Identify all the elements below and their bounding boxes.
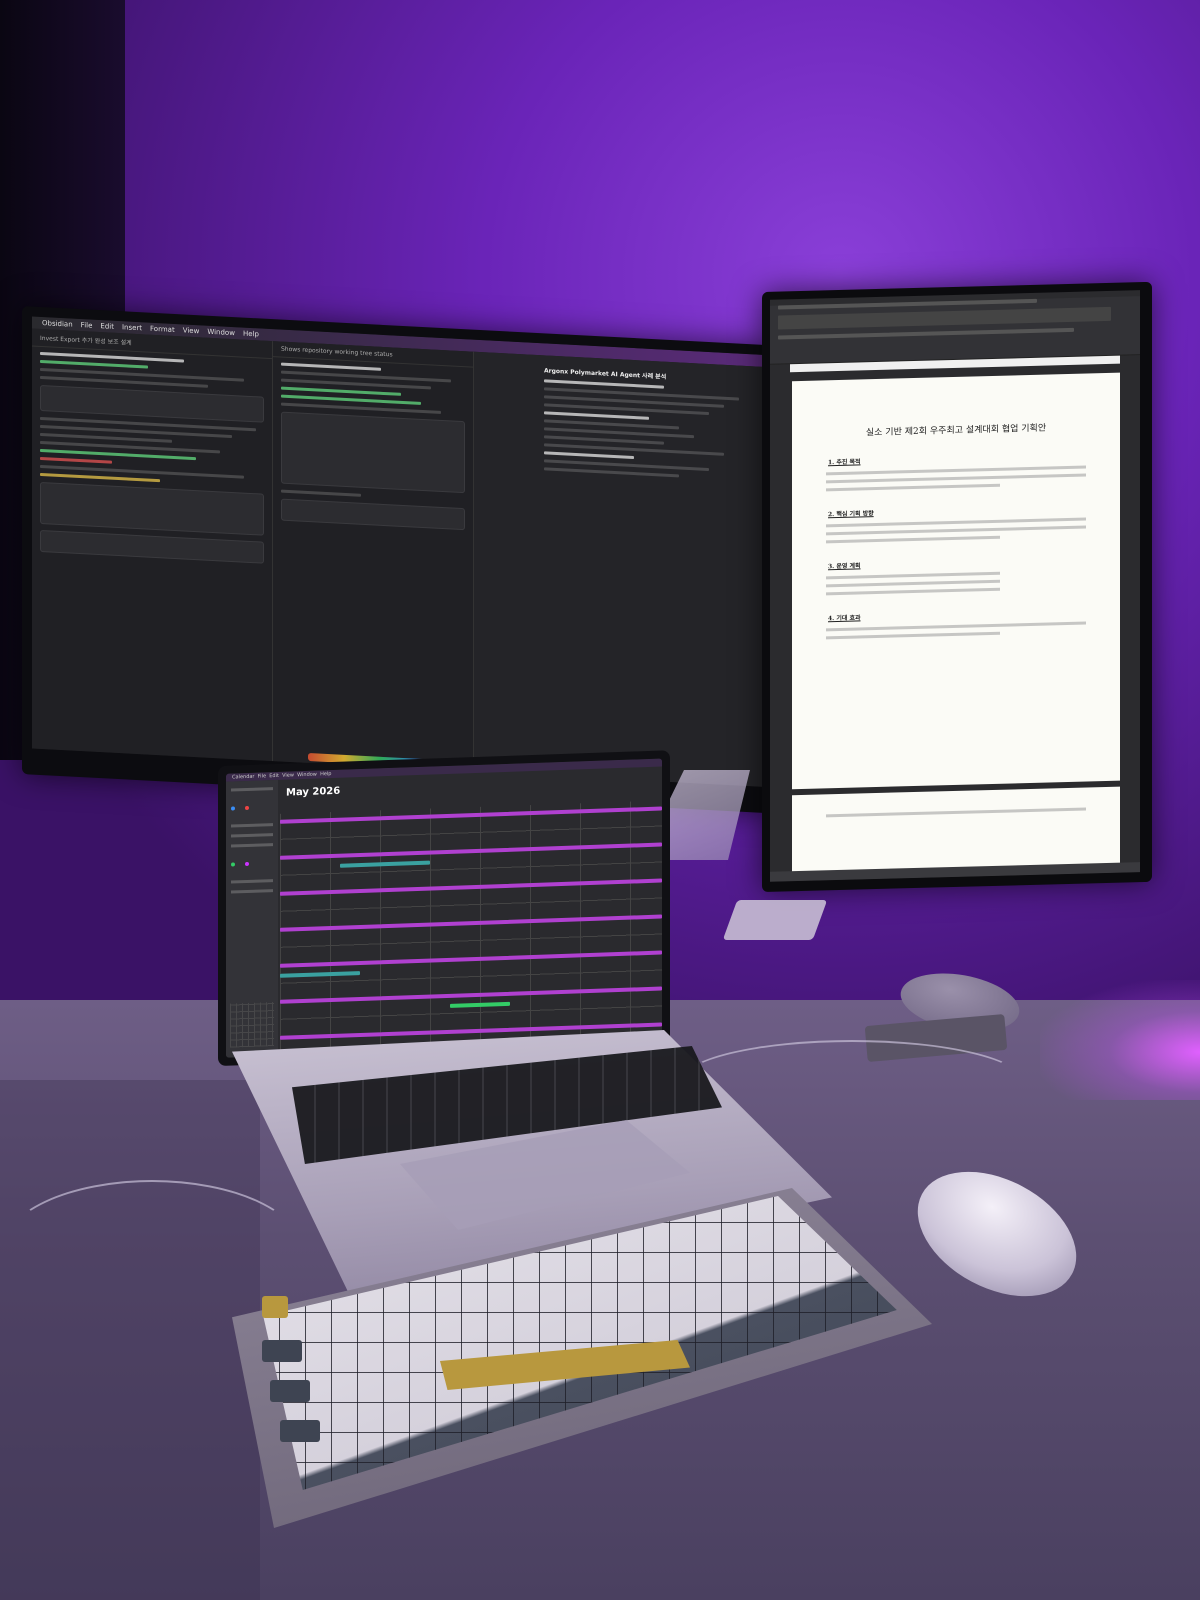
menu-item[interactable]: Window: [207, 328, 235, 337]
mini-calendar[interactable]: [230, 1002, 274, 1048]
changed-files-list: [281, 411, 465, 494]
menu-item[interactable]: Help: [320, 771, 331, 777]
terminal-pane-mid[interactable]: Shows repository working tree status: [273, 341, 474, 772]
section-heading: 2. 핵심 기획 방향: [828, 510, 874, 519]
menu-item[interactable]: Insert: [122, 323, 142, 332]
document-page-2[interactable]: [792, 786, 1120, 876]
calendar-event[interactable]: [280, 878, 662, 896]
shift-key[interactable]: [280, 1420, 320, 1442]
word-ribbon[interactable]: [770, 296, 1140, 365]
todo-list: [40, 481, 264, 536]
calendar-event[interactable]: [340, 860, 430, 868]
menu-item[interactable]: Calendar: [232, 774, 254, 781]
menu-item[interactable]: View: [282, 772, 294, 778]
document-heading: 실소 기반 제2회 우주최고 설계대회 협업 기획안: [865, 423, 1047, 439]
menu-item[interactable]: Obsidian: [42, 319, 73, 329]
main-monitor: Obsidian File Edit Insert Format View Wi…: [22, 306, 774, 814]
calendar-event[interactable]: [280, 806, 662, 824]
menu-item[interactable]: Window: [297, 772, 317, 779]
tab-key[interactable]: [262, 1340, 302, 1362]
calendar-grid[interactable]: [280, 800, 662, 1056]
calendar-event[interactable]: [280, 971, 360, 978]
menu-item[interactable]: File: [81, 321, 93, 330]
main-monitor-screen: Obsidian File Edit Insert Format View Wi…: [32, 316, 764, 787]
calendar-event[interactable]: [280, 950, 662, 968]
menu-item[interactable]: Format: [150, 325, 175, 334]
prompt-input[interactable]: [281, 498, 465, 531]
menu-item[interactable]: View: [183, 326, 200, 335]
code-block: [40, 384, 264, 423]
cable: [680, 1040, 1024, 1124]
editor-pane-right[interactable]: Argonx Polymarket AI Agent 사례 분석: [474, 351, 764, 787]
section-heading: 1. 추진 목적: [828, 458, 861, 467]
terminal-pane-left[interactable]: Invest Export 추가 완성 보조 설계: [32, 328, 273, 762]
calendar-event[interactable]: [280, 914, 662, 932]
laptop-display: Calendar File Edit View Window Help May …: [226, 758, 662, 1058]
menu-item[interactable]: Help: [243, 330, 259, 339]
section-heading: 3. 운영 계획: [828, 562, 861, 571]
laptop-screen: Calendar File Edit View Window Help May …: [218, 750, 670, 1066]
led-glow: [1040, 980, 1200, 1100]
section-heading: 4. 기대 효과: [828, 614, 861, 623]
caps-key[interactable]: [270, 1380, 310, 1402]
calendar-sidebar[interactable]: [226, 779, 278, 1058]
vertical-monitor-screen: 실소 기반 제2회 우주최고 설계대회 협업 기획안 1. 추진 목적 2. 핵…: [770, 290, 1140, 882]
calendar-event[interactable]: [450, 1001, 510, 1008]
desk-shadow: [0, 1080, 260, 1600]
power-strip: [722, 900, 828, 940]
calendar-event[interactable]: [280, 986, 662, 1004]
calendar-event[interactable]: [280, 842, 662, 860]
vertical-monitor: 실소 기반 제2회 우주최고 설계대회 협업 기획안 1. 추진 목적 2. 핵…: [762, 281, 1152, 892]
prompt-input[interactable]: [40, 529, 264, 564]
cable: [0, 1180, 304, 1324]
menu-item[interactable]: Edit: [100, 322, 114, 331]
menu-item[interactable]: Edit: [269, 773, 279, 779]
calendar-month-view[interactable]: May 2026: [280, 766, 662, 1056]
menu-item[interactable]: File: [258, 773, 266, 779]
document-page[interactable]: 실소 기반 제2회 우주최고 설계대회 협업 기획안 1. 추진 목적 2. 핵…: [792, 372, 1120, 790]
